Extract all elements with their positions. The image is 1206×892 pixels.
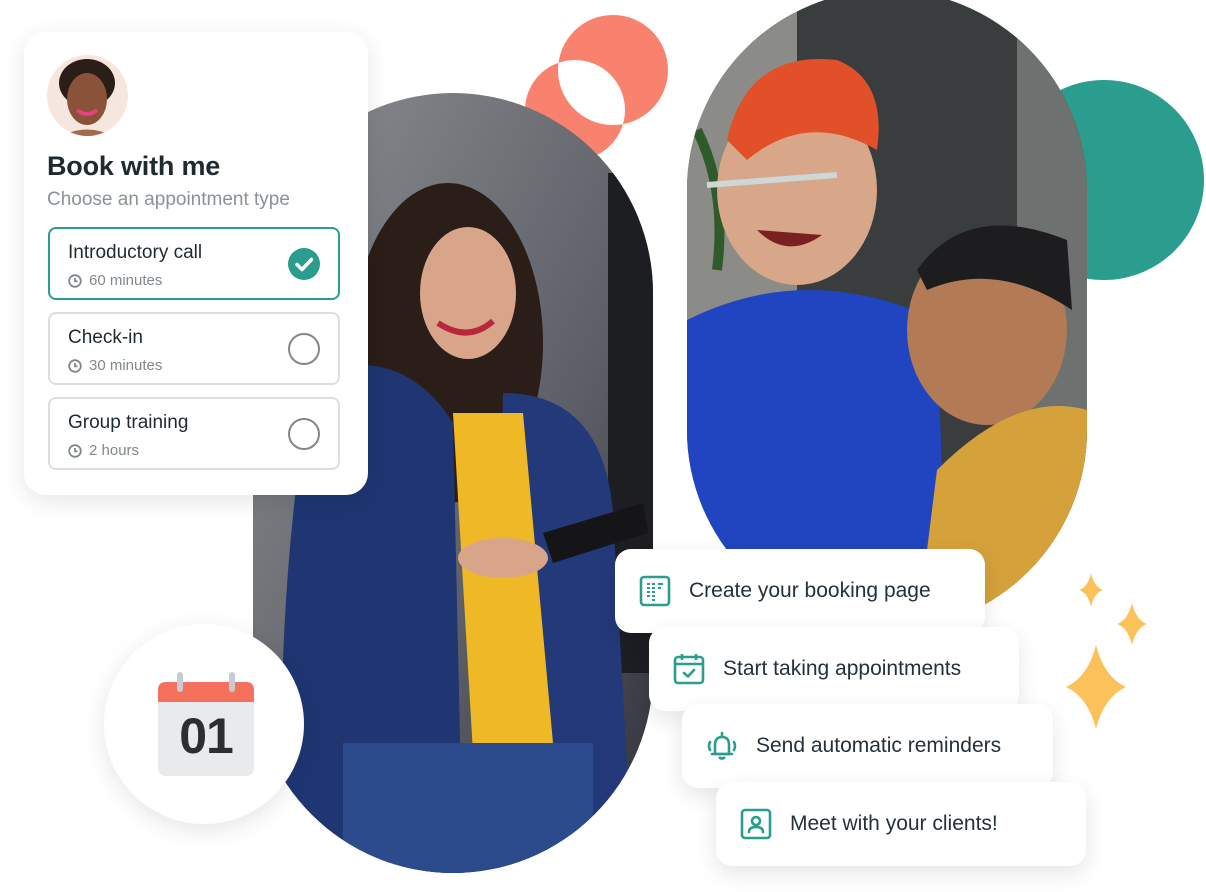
step-label: Start taking appointments <box>723 657 962 680</box>
step-create-booking-page[interactable]: Create your booking page <box>615 549 985 633</box>
card-subtitle: Choose an appointment type <box>47 189 290 210</box>
appointment-option-group-training[interactable]: Group training 2 hours <box>48 397 340 470</box>
avatar <box>47 55 128 136</box>
appointment-option-introductory-call[interactable]: Introductory call 60 minutes <box>48 227 340 300</box>
clock-icon <box>68 358 82 373</box>
booking-card: Book with me Choose an appointment type … <box>24 32 368 495</box>
sparkle-large <box>1066 645 1126 729</box>
option-title: Check-in <box>68 327 143 348</box>
step-send-automatic-reminders[interactable]: Send automatic reminders <box>682 704 1053 788</box>
booking-page-icon <box>639 575 671 607</box>
bell-icon <box>707 731 737 760</box>
step-start-taking-appointments[interactable]: Start taking appointments <box>649 627 1019 711</box>
step-label: Create your booking page <box>689 579 931 602</box>
option-duration-text: 2 hours <box>89 442 140 459</box>
calendar-badge: 01 <box>104 624 304 824</box>
clock-icon <box>68 273 82 288</box>
selected-check-icon[interactable] <box>288 248 320 280</box>
card-title: Book with me <box>47 151 221 181</box>
option-duration-text: 60 minutes <box>89 272 163 289</box>
option-duration: 30 minutes <box>68 357 162 374</box>
radio-button[interactable] <box>288 418 320 450</box>
option-duration: 60 minutes <box>68 272 162 289</box>
step-meet-with-clients[interactable]: Meet with your clients! <box>716 782 1086 866</box>
radio-button[interactable] <box>288 333 320 365</box>
sparkle-medium <box>1117 603 1147 645</box>
step-label: Meet with your clients! <box>790 812 998 835</box>
appointment-option-check-in[interactable]: Check-in 30 minutes <box>48 312 340 385</box>
clock-icon <box>68 443 82 458</box>
option-title: Group training <box>68 412 189 433</box>
calendar-day: 01 <box>179 708 234 764</box>
client-icon <box>740 808 772 840</box>
sparkles <box>1066 573 1147 729</box>
step-label: Send automatic reminders <box>756 734 1002 757</box>
option-duration-text: 30 minutes <box>89 357 163 374</box>
option-title: Introductory call <box>68 242 203 263</box>
option-duration: 2 hours <box>68 442 139 459</box>
sparkle-small <box>1079 573 1103 607</box>
photo-laughing-colleagues <box>687 0 1087 630</box>
calendar-check-icon <box>673 654 705 685</box>
